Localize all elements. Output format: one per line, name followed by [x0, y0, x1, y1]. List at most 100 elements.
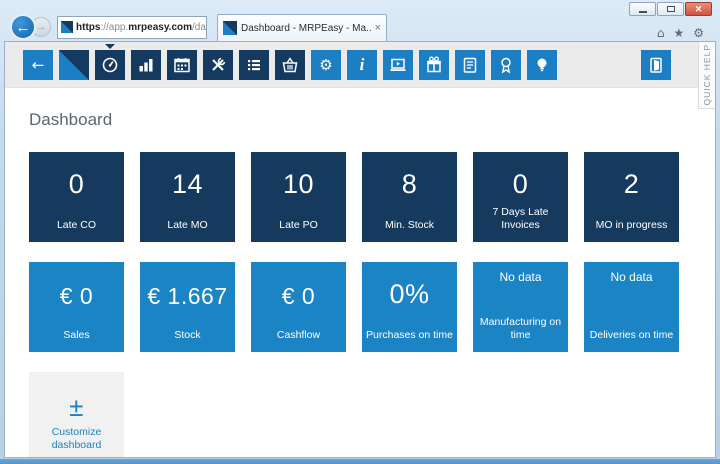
url-domain: mrpeasy.com: [128, 22, 192, 33]
document-icon: [460, 55, 480, 75]
exit-door-icon: [646, 55, 666, 75]
toolbar-list-button[interactable]: [239, 50, 269, 80]
tools-icon: [208, 55, 228, 75]
tile-label: Deliveries on time: [587, 329, 676, 343]
url-scheme: https: [76, 22, 100, 33]
tile-min-stock[interactable]: 8 Min. Stock: [362, 152, 457, 242]
toolbar-calendar-button[interactable]: [167, 50, 197, 80]
tile-label: Manufacturing on time: [476, 316, 565, 343]
tile-label: Late MO: [143, 219, 232, 233]
video-player-icon: [388, 55, 408, 75]
quick-help-label: QUICK HELP: [702, 44, 712, 106]
tile-7-days-late-invoices[interactable]: 0 7 Days Late Invoices: [473, 152, 568, 242]
tile-cashflow[interactable]: € 0 Cashflow: [251, 262, 346, 352]
tile-value: 0: [29, 169, 124, 200]
tile-deliveries-on-time[interactable]: No data Deliveries on time: [584, 262, 679, 352]
basket-icon: [280, 55, 300, 75]
toolbar-video-button[interactable]: [383, 50, 413, 80]
toolbar-tools-button[interactable]: [203, 50, 233, 80]
list-icon: [244, 55, 264, 75]
toolbar-gift-button[interactable]: [419, 50, 449, 80]
toolbar-procurement-button[interactable]: [275, 50, 305, 80]
tile-value: 0: [473, 169, 568, 200]
award-ribbon-icon: [496, 55, 516, 75]
tile-late-po[interactable]: 10 Late PO: [251, 152, 346, 242]
tile-manufacturing-on-time[interactable]: No data Manufacturing on time: [473, 262, 568, 352]
customize-dashboard-label: Customize dashboard: [32, 426, 121, 453]
window-bottom-edge: [0, 459, 720, 464]
tile-purchases-on-time[interactable]: 0% Purchases on time: [362, 262, 457, 352]
tab-title: Dashboard - MRPEasy - Ma...: [241, 23, 371, 34]
minimize-button[interactable]: [629, 2, 656, 16]
tile-label: Purchases on time: [365, 329, 454, 343]
kpi-row-1: 0 Late CO 14 Late MO 10 Late PO 8 Min. S…: [29, 152, 715, 242]
back-arrow-icon: ←: [32, 56, 45, 74]
tile-value: 0%: [362, 279, 457, 310]
gift-icon: [424, 55, 444, 75]
kpi-row-2: € 0 Sales € 1.667 Stock € 0 Cashflow 0% …: [29, 262, 715, 352]
toolbar-info-button[interactable]: i: [347, 50, 377, 80]
toolbar-back-button[interactable]: ←: [23, 50, 53, 80]
tile-late-mo[interactable]: 14 Late MO: [140, 152, 235, 242]
tile-value: 2: [584, 169, 679, 200]
browser-back-button[interactable]: ←: [10, 14, 36, 40]
calendar-icon: [172, 55, 192, 75]
minimize-icon: [639, 11, 647, 13]
tile-mo-in-progress[interactable]: 2 MO in progress: [584, 152, 679, 242]
tile-value: No data: [473, 270, 568, 284]
tile-late-co[interactable]: 0 Late CO: [29, 152, 124, 242]
browser-settings-gear-icon[interactable]: ⚙: [693, 26, 704, 40]
maximize-icon: [667, 6, 675, 12]
close-button[interactable]: ✕: [685, 2, 712, 16]
address-bar[interactable]: https://app.mrpeasy.com/dashboar ▾ ↻: [57, 16, 207, 39]
tile-sales[interactable]: € 0 Sales: [29, 262, 124, 352]
home-icon[interactable]: ⌂: [657, 26, 665, 40]
mrpeasy-logo-icon[interactable]: [59, 50, 89, 80]
tab-favicon-icon: [223, 21, 237, 35]
app-toolbar: ←: [5, 42, 715, 88]
tile-value: € 1.667: [140, 283, 235, 310]
app-toolbar-icons: ←: [23, 50, 557, 80]
tile-value: € 0: [29, 283, 124, 310]
toolbar-statistics-button[interactable]: [131, 50, 161, 80]
tab-close-icon[interactable]: ×: [375, 22, 381, 34]
browser-command-icons: ⌂ ★ ⚙: [657, 26, 704, 40]
gauge-icon: [100, 55, 120, 75]
tile-label: Late CO: [32, 219, 121, 233]
quick-help-tab[interactable]: QUICK HELP: [698, 41, 715, 109]
toolbar-certificate-button[interactable]: [491, 50, 521, 80]
maximize-button[interactable]: [657, 2, 684, 16]
active-menu-caret-icon: [105, 44, 115, 49]
close-icon: ✕: [695, 4, 703, 15]
dashboard-content: Dashboard 0 Late CO 14 Late MO 10 Late P…: [5, 88, 715, 458]
gear-icon: ⚙: [319, 56, 332, 74]
back-arrow-icon: ←: [16, 19, 31, 36]
tile-label: Stock: [143, 329, 232, 343]
toolbar-tips-button[interactable]: [527, 50, 557, 80]
lightbulb-icon: [532, 55, 552, 75]
browser-tab[interactable]: Dashboard - MRPEasy - Ma... ×: [217, 14, 387, 41]
page-title: Dashboard: [29, 110, 715, 130]
tile-value: 8: [362, 169, 457, 200]
tile-stock[interactable]: € 1.667 Stock: [140, 262, 235, 352]
customize-dashboard-button[interactable]: ± Customize dashboard: [29, 372, 124, 458]
toolbar-settings-button[interactable]: ⚙: [311, 50, 341, 80]
tile-label: Late PO: [254, 219, 343, 233]
window-controls: ✕: [629, 2, 712, 16]
tile-label: Cashflow: [254, 329, 343, 343]
site-favicon: [61, 21, 73, 33]
url-path: /dashboar: [192, 22, 207, 33]
toolbar-news-button[interactable]: [455, 50, 485, 80]
page-viewport: ←: [4, 41, 716, 458]
info-icon: i: [360, 55, 365, 75]
tile-label: Sales: [32, 329, 121, 343]
bar-chart-icon: [136, 55, 156, 75]
tile-label: 7 Days Late Invoices: [476, 206, 565, 233]
browser-window: ✕ ← → https://app.mrpeasy.com/dashboar ▾…: [0, 0, 720, 464]
favorites-star-icon[interactable]: ★: [673, 26, 684, 40]
url-separator: ://app.: [100, 22, 128, 33]
tile-label: Min. Stock: [365, 219, 454, 233]
browser-nav-bar: ← → https://app.mrpeasy.com/dashboar ▾ ↻…: [10, 13, 387, 41]
logout-button[interactable]: [641, 50, 671, 80]
toolbar-dashboard-button[interactable]: [95, 50, 125, 80]
